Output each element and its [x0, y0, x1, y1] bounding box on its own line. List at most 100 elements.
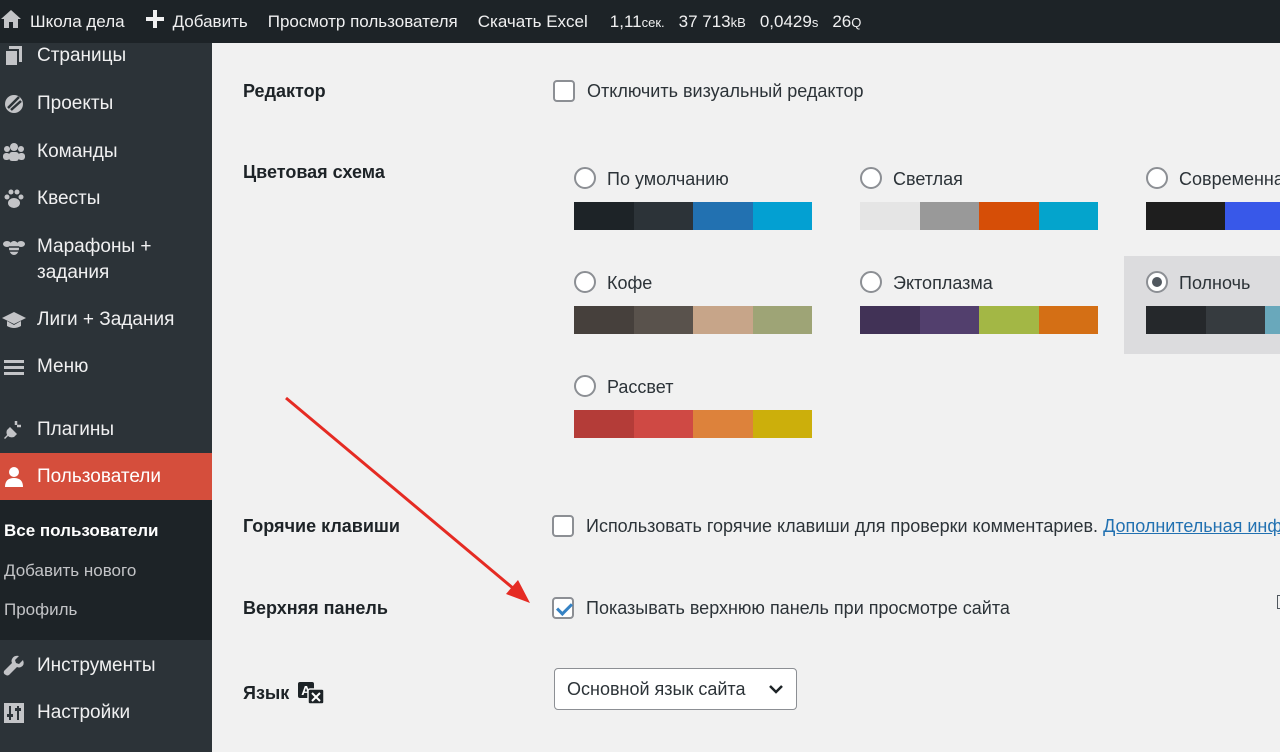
- disable-visual-editor-checkbox[interactable]: [553, 80, 575, 102]
- sidebar-item-label: Инструменты: [37, 655, 156, 676]
- hotkeys-more-info-link[interactable]: Дополнительная информация: [1103, 516, 1280, 536]
- swatch: [979, 306, 1039, 334]
- scheme-sunrise[interactable]: Рассвет: [562, 367, 812, 447]
- bee-icon: [0, 234, 28, 260]
- language-select[interactable]: Основной язык сайта: [554, 668, 797, 710]
- sidebar-item-teams[interactable]: Команды: [0, 139, 212, 165]
- query-monitor[interactable]: 1,11сек. 37 713kB 0,0429s 26Q: [598, 12, 862, 32]
- page-time: 1,11сек.: [609, 11, 665, 31]
- sidebar-item-label: Пользователи: [37, 466, 162, 487]
- swatch: [633, 410, 693, 438]
- scheme-radio[interactable]: [574, 167, 596, 189]
- scheme-radio[interactable]: [574, 271, 596, 293]
- color-scheme-label: Цветовая схема: [243, 162, 385, 182]
- sidebar-item-label: Команды: [37, 141, 118, 162]
- swatch: [693, 306, 753, 334]
- add-new-label: Добавить: [172, 11, 248, 31]
- scheme-name: Кофе: [607, 273, 653, 293]
- sidebar-item-label: Страницы: [37, 45, 127, 66]
- toolbar-label: Верхняя панель: [243, 598, 388, 618]
- swatch: [633, 202, 693, 230]
- settings-icon: [0, 700, 28, 726]
- sidebar-item-label: Меню: [37, 356, 89, 377]
- sidebar-item-pages[interactable]: Страницы: [0, 43, 212, 69]
- sidebar-item-marathons[interactable]: Марафоны + задания: [0, 234, 212, 286]
- scheme-name: По умолчанию: [607, 169, 729, 189]
- sidebar-item-leagues[interactable]: Лиги + Задания: [0, 307, 212, 333]
- sidebar-item-menu[interactable]: Меню: [0, 354, 212, 380]
- sidebar-item-label: Проекты: [37, 93, 114, 114]
- scheme-light[interactable]: Светлая: [848, 159, 1098, 239]
- scheme-modern[interactable]: Современная: [1134, 159, 1280, 239]
- swatch: [860, 306, 920, 334]
- hotkeys-label: Горячие клавиши: [243, 516, 400, 536]
- sidebar-item-label: Лиги + Задания: [37, 309, 175, 330]
- hotkeys-checkbox[interactable]: [552, 515, 574, 537]
- swatch: [752, 202, 812, 230]
- view-user-link[interactable]: Просмотр пользователя: [258, 0, 468, 43]
- sidebar-item-users[interactable]: Пользователи: [0, 453, 212, 501]
- memory-usage: 37 713kB: [678, 11, 746, 31]
- site-name: Школа дела: [30, 11, 125, 31]
- scheme-radio[interactable]: [860, 271, 882, 293]
- scheme-swatches: [574, 306, 812, 334]
- query-count: 26Q: [832, 11, 862, 31]
- scheme-radio[interactable]: [574, 375, 596, 397]
- paw-icon: [0, 186, 28, 212]
- add-new-link[interactable]: Добавить: [135, 0, 258, 43]
- plus-icon: [145, 9, 173, 34]
- swatch: [1146, 202, 1225, 230]
- sidebar-item-tools[interactable]: Инструменты: [0, 653, 212, 679]
- swatch: [919, 306, 979, 334]
- swatch: [574, 306, 634, 334]
- sidebar-item-plugins[interactable]: Плагины: [0, 417, 212, 443]
- scheme-default[interactable]: По умолчанию: [562, 159, 812, 239]
- projects-icon: [0, 91, 28, 117]
- show-toolbar-checkbox[interactable]: [552, 597, 574, 619]
- download-excel-link[interactable]: Скачать Excel: [468, 0, 598, 43]
- editor-label: Редактор: [243, 81, 326, 101]
- sidebar-item-label: Марафоны + задания: [37, 236, 152, 283]
- swatch: [1205, 306, 1265, 334]
- swatch: [1038, 202, 1098, 230]
- language-label: Язык A: [243, 681, 326, 705]
- scheme-swatches: [1146, 306, 1280, 334]
- scheme-midnight[interactable]: Полночь: [1124, 256, 1280, 354]
- sidebar-item-label: Квесты: [37, 188, 101, 209]
- teams-icon: [0, 139, 28, 165]
- user-icon: [0, 464, 28, 490]
- sidebar-item-projects[interactable]: Проекты: [0, 91, 212, 117]
- site-name-link[interactable]: Школа дела: [0, 0, 135, 43]
- view-user-label: Просмотр пользователя: [267, 11, 458, 31]
- submenu-add-new[interactable]: Добавить нового: [4, 561, 136, 581]
- swatch: [574, 410, 634, 438]
- swatch: [1038, 306, 1098, 334]
- scheme-name: Светлая: [893, 169, 963, 189]
- scheme-swatches: [574, 410, 812, 438]
- submenu-profile[interactable]: Профиль: [4, 600, 77, 620]
- sidebar-item-settings[interactable]: Настройки: [0, 700, 212, 726]
- scheme-name: Современная: [1179, 169, 1280, 189]
- scheme-swatches: [574, 202, 812, 230]
- scheme-ectoplasm[interactable]: Эктоплазма: [848, 263, 1098, 343]
- sidebar-item-quests[interactable]: Квесты: [0, 186, 212, 212]
- translation-icon: A: [297, 681, 326, 705]
- menu-icon: [0, 354, 28, 380]
- disable-visual-editor-text: Отключить визуальный редактор: [587, 81, 864, 101]
- show-toolbar-text: Показывать верхнюю панель при просмотре …: [586, 598, 1010, 618]
- scheme-radio[interactable]: [1146, 167, 1168, 189]
- scheme-swatches: [860, 306, 1098, 334]
- swatch: [1225, 202, 1280, 230]
- swatch: [860, 202, 920, 230]
- language-select-value: Основной язык сайта: [567, 678, 746, 699]
- scheme-radio-selected[interactable]: [1146, 271, 1168, 293]
- swatch: [693, 202, 753, 230]
- submenu-all-users[interactable]: Все пользователи: [4, 521, 159, 541]
- swatch: [1146, 306, 1206, 334]
- admin-bar: Школа дела Добавить Просмотр пользовател…: [0, 0, 1280, 43]
- scheme-coffee[interactable]: Кофе: [562, 263, 812, 343]
- scheme-name: Рассвет: [607, 377, 674, 397]
- scheme-name: Эктоплазма: [893, 273, 993, 293]
- scheme-radio[interactable]: [860, 167, 882, 189]
- swatch: [919, 202, 979, 230]
